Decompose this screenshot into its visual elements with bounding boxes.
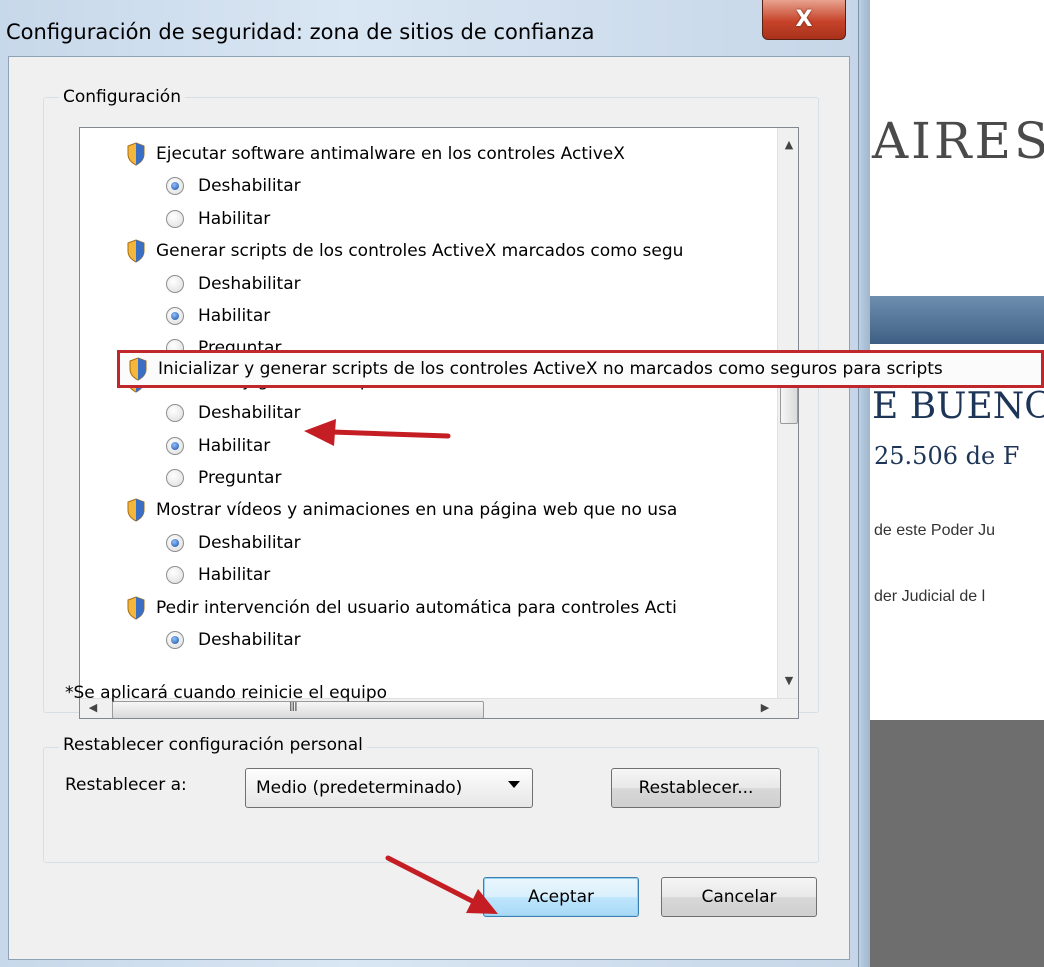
arrow-accept xyxy=(385,855,498,914)
arrow-habilitar xyxy=(304,419,451,446)
annotation-arrows xyxy=(304,419,498,914)
